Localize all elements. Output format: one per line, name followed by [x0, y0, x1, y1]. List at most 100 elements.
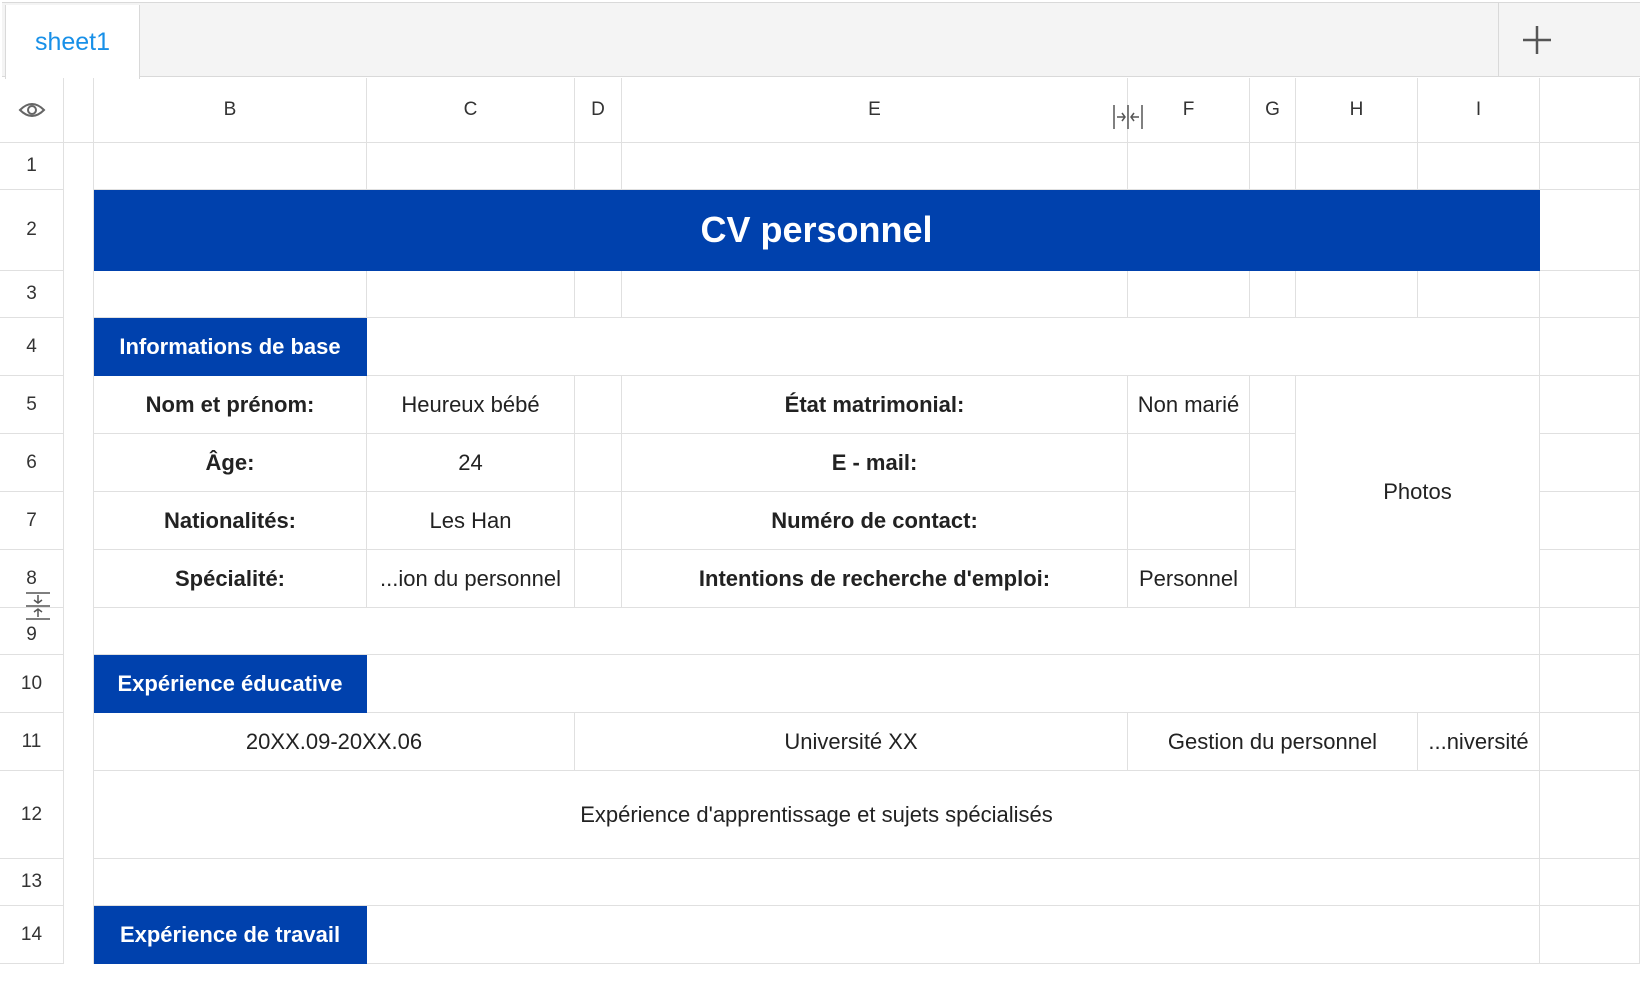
- cell-j11[interactable]: [1540, 713, 1640, 771]
- cell-d7[interactable]: [575, 492, 622, 550]
- row-header-5[interactable]: 5: [0, 376, 64, 434]
- cell-d8[interactable]: [575, 550, 622, 608]
- contact-label[interactable]: Numéro de contact:: [622, 492, 1128, 550]
- cell-i3[interactable]: [1418, 271, 1540, 318]
- cell-j4[interactable]: [1540, 318, 1640, 376]
- column-header-c[interactable]: C: [367, 78, 575, 143]
- photo-placeholder[interactable]: Photos: [1296, 376, 1540, 608]
- cell-d1[interactable]: [575, 143, 622, 190]
- section-basic-info[interactable]: Informations de base: [94, 318, 367, 376]
- row-header-7[interactable]: 7: [0, 492, 64, 550]
- column-header-e[interactable]: E: [622, 78, 1128, 143]
- cell-g6[interactable]: [1250, 434, 1296, 492]
- email-label[interactable]: E - mail:: [622, 434, 1128, 492]
- row-header-4[interactable]: 4: [0, 318, 64, 376]
- cell-f1[interactable]: [1128, 143, 1250, 190]
- cell-i1[interactable]: [1418, 143, 1540, 190]
- row-header-1[interactable]: 1: [0, 143, 64, 190]
- column-header-d[interactable]: D: [575, 78, 622, 143]
- cell-j14[interactable]: [1540, 906, 1640, 964]
- job-intent-value[interactable]: Personnel: [1128, 550, 1250, 608]
- cell-g8[interactable]: [1250, 550, 1296, 608]
- cell-h3[interactable]: [1296, 271, 1418, 318]
- cell-b13-merged[interactable]: [94, 859, 1540, 906]
- sheet-tab-sheet1[interactable]: sheet1: [5, 5, 140, 79]
- cell-j5[interactable]: [1540, 376, 1640, 434]
- cell-g5[interactable]: [1250, 376, 1296, 434]
- row-header-14[interactable]: 14: [0, 906, 64, 964]
- edu-learning[interactable]: Expérience d'apprentissage et sujets spé…: [94, 771, 1540, 859]
- cell-h1[interactable]: [1296, 143, 1418, 190]
- edu-period[interactable]: 20XX.09-20XX.06: [94, 713, 575, 771]
- cell-g3[interactable]: [1250, 271, 1296, 318]
- row-header-10[interactable]: 10: [0, 655, 64, 713]
- cell-g7[interactable]: [1250, 492, 1296, 550]
- column-header-a[interactable]: [64, 78, 94, 143]
- edu-school[interactable]: Université XX: [575, 713, 1128, 771]
- name-label[interactable]: Nom et prénom:: [94, 376, 367, 434]
- column-header-h[interactable]: H: [1296, 78, 1418, 143]
- nationality-label[interactable]: Nationalités:: [94, 492, 367, 550]
- job-intent-label[interactable]: Intentions de recherche d'emploi:: [622, 550, 1128, 608]
- cell-j2[interactable]: [1540, 190, 1640, 271]
- column-a-cells[interactable]: [64, 143, 94, 964]
- cell-c14-merged[interactable]: [367, 906, 1540, 964]
- row-header-12[interactable]: 12: [0, 771, 64, 859]
- column-resize-handle-icon[interactable]: [1113, 103, 1143, 131]
- row-header-6[interactable]: 6: [0, 434, 64, 492]
- specialty-value[interactable]: ...ion du personnel: [367, 550, 575, 608]
- cell-f3[interactable]: [1128, 271, 1250, 318]
- cell-j12[interactable]: [1540, 771, 1640, 859]
- sheet-tab-bar: sheet1: [2, 2, 1640, 79]
- toggle-visibility-button[interactable]: [0, 78, 64, 143]
- section-education[interactable]: Expérience éducative: [94, 655, 367, 713]
- eye-icon: [18, 103, 45, 117]
- cell-c1[interactable]: [367, 143, 575, 190]
- cell-j10[interactable]: [1540, 655, 1640, 713]
- row-header-13[interactable]: 13: [0, 859, 64, 906]
- column-header-j[interactable]: [1540, 78, 1640, 143]
- age-value[interactable]: 24: [367, 434, 575, 492]
- section-work[interactable]: Expérience de travail: [94, 906, 367, 964]
- cell-b3[interactable]: [94, 271, 367, 318]
- cell-e1[interactable]: [622, 143, 1128, 190]
- row-resize-handle-icon[interactable]: [25, 592, 51, 620]
- column-header-i[interactable]: I: [1418, 78, 1540, 143]
- cell-j8[interactable]: [1540, 550, 1640, 608]
- row-header-11[interactable]: 11: [0, 713, 64, 771]
- edu-major[interactable]: Gestion du personnel: [1128, 713, 1418, 771]
- add-sheet-button[interactable]: [1498, 3, 1574, 76]
- marital-value[interactable]: Non marié: [1128, 376, 1250, 434]
- cell-j7[interactable]: [1540, 492, 1640, 550]
- cell-g1[interactable]: [1250, 143, 1296, 190]
- contact-value[interactable]: [1128, 492, 1250, 550]
- specialty-label[interactable]: Spécialité:: [94, 550, 367, 608]
- nationality-value[interactable]: Les Han: [367, 492, 575, 550]
- cell-b1[interactable]: [94, 143, 367, 190]
- name-value[interactable]: Heureux bébé: [367, 376, 575, 434]
- cv-title[interactable]: CV personnel: [94, 190, 1540, 271]
- cell-c3[interactable]: [367, 271, 575, 318]
- column-header-g[interactable]: G: [1250, 78, 1296, 143]
- cell-d6[interactable]: [575, 434, 622, 492]
- column-header-f[interactable]: F: [1128, 78, 1250, 143]
- plus-icon: [1522, 25, 1551, 54]
- cell-j13[interactable]: [1540, 859, 1640, 906]
- cell-c4-merged[interactable]: [367, 318, 1540, 376]
- cell-j1[interactable]: [1540, 143, 1640, 190]
- cell-e3[interactable]: [622, 271, 1128, 318]
- cell-d5[interactable]: [575, 376, 622, 434]
- marital-label[interactable]: État matrimonial:: [622, 376, 1128, 434]
- email-value[interactable]: [1128, 434, 1250, 492]
- cell-j6[interactable]: [1540, 434, 1640, 492]
- cell-c10-merged[interactable]: [367, 655, 1540, 713]
- age-label[interactable]: Âge:: [94, 434, 367, 492]
- row-header-2[interactable]: 2: [0, 190, 64, 271]
- cell-j3[interactable]: [1540, 271, 1640, 318]
- cell-d3[interactable]: [575, 271, 622, 318]
- column-header-b[interactable]: B: [94, 78, 367, 143]
- edu-degree[interactable]: ...niversité: [1418, 713, 1540, 771]
- cell-b9-merged[interactable]: [94, 608, 1540, 655]
- row-header-3[interactable]: 3: [0, 271, 64, 318]
- cell-j9[interactable]: [1540, 608, 1640, 655]
